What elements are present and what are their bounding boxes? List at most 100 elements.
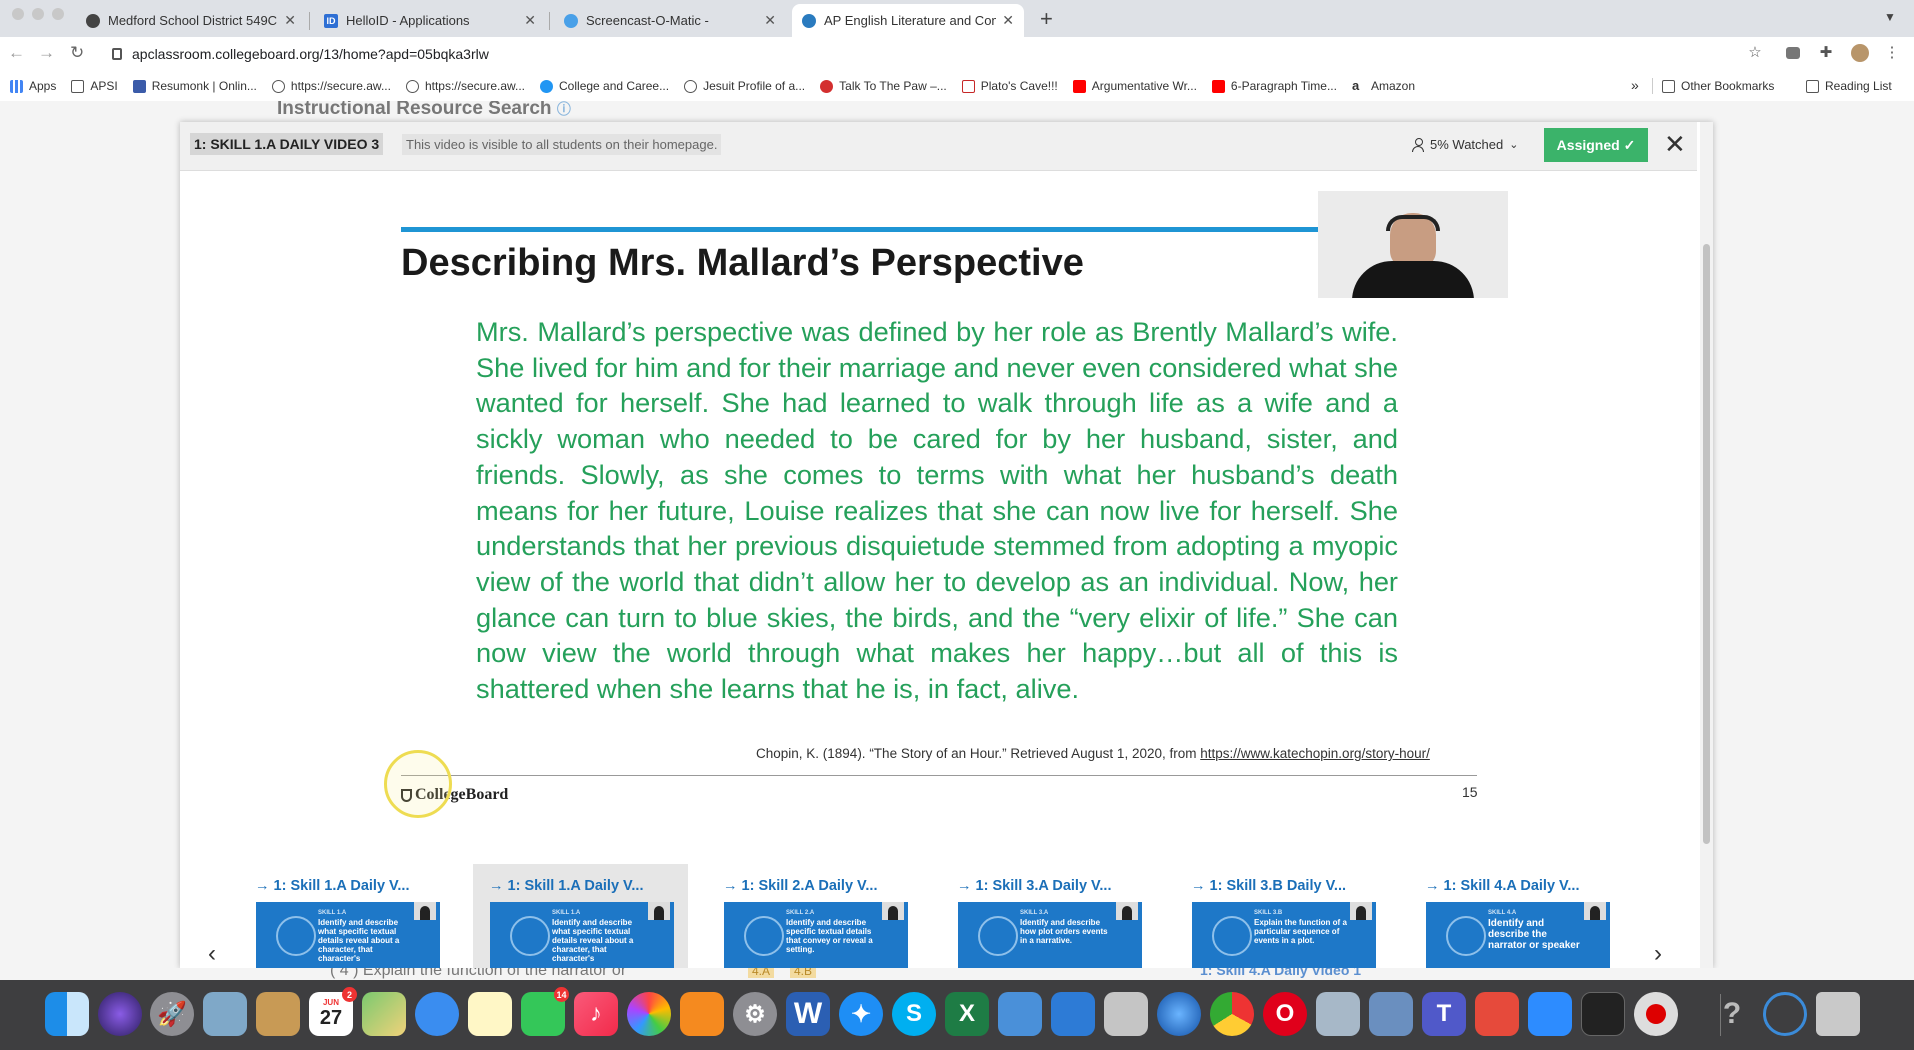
maps-icon[interactable] <box>362 992 406 1036</box>
close-button[interactable]: ✕ <box>1664 131 1686 157</box>
assigned-button[interactable]: Assigned ✓ <box>1544 128 1648 162</box>
bookmark[interactable]: https://secure.aw... <box>405 79 525 93</box>
bookmark-star-icon[interactable]: ☆ <box>1747 45 1763 61</box>
carousel-item[interactable]: → 1: Skill 1.A Daily V... SKILL 1.A Ident… <box>255 878 455 968</box>
reload-icon[interactable]: ↻ <box>70 43 84 63</box>
bookmark[interactable]: a Amazon <box>1352 79 1415 94</box>
calendar-icon[interactable]: JUN 27 2 <box>309 987 357 1036</box>
system-preferences-icon[interactable]: ⚙ <box>733 992 777 1036</box>
preview-2-icon[interactable] <box>1104 992 1148 1036</box>
opera-icon[interactable]: O <box>1263 992 1307 1036</box>
carousel-prev-button[interactable]: ‹ <box>208 940 216 968</box>
carousel-item[interactable]: → 1: Skill 4.A Daily V... SKILL 4.A Ident… <box>1425 878 1625 968</box>
page-heading: Instructional Resource Search ⓘ <box>277 101 571 119</box>
video-thumbnail[interactable]: SKILL 3.A Identify and describe how plot … <box>958 902 1142 968</box>
facetime-icon[interactable]: 14 <box>521 987 569 1036</box>
bookmark[interactable]: Plato's Cave!!! <box>961 79 1058 93</box>
bookmarks-bar: Apps APSI Resumonk | Onlin... https://se… <box>0 71 1914 102</box>
activity-monitor-icon[interactable] <box>1581 992 1625 1036</box>
bookmark-apps[interactable]: Apps <box>10 79 56 93</box>
arrow-right-icon: → <box>957 878 976 894</box>
screencast-icon[interactable] <box>1763 992 1807 1036</box>
record-icon[interactable] <box>1634 992 1678 1036</box>
safari-icon[interactable]: ✦ <box>839 992 883 1036</box>
finder-icon[interactable] <box>45 992 89 1036</box>
siri-icon[interactable] <box>98 992 142 1036</box>
tab-search-icon[interactable]: ▼ <box>1884 10 1896 24</box>
puzzle-icon[interactable]: ✚ <box>1818 45 1834 61</box>
launchpad-icon[interactable]: 🚀 <box>150 992 194 1036</box>
profile-avatar[interactable] <box>1851 44 1869 62</box>
carousel-item[interactable]: → 1: Skill 3.B Daily V... SKILL 3.B Expla… <box>1191 878 1391 968</box>
bookmark[interactable]: Resumonk | Onlin... <box>132 79 257 93</box>
notes-book-icon[interactable] <box>256 992 300 1036</box>
tab-close-icon[interactable]: ✕ <box>524 12 536 29</box>
video-thumbnail[interactable]: SKILL 1.A Identify and describe what spec… <box>256 902 440 968</box>
reading-list[interactable]: Reading List <box>1806 79 1892 93</box>
browser-tab-strip: Medford School District 549C ✕ ID HelloI… <box>0 0 1914 37</box>
carousel-next-button[interactable]: › <box>1654 940 1662 968</box>
new-tab-button[interactable]: + <box>1040 6 1053 32</box>
help-icon[interactable]: ? <box>1710 992 1754 1036</box>
video-thumbnail[interactable]: SKILL 4.A Identify and describe the narra… <box>1426 902 1610 968</box>
address-bar[interactable]: apclassroom.collegeboard.org/13/home?apd… <box>100 40 1800 68</box>
window-close-button[interactable] <box>12 8 24 20</box>
helloid-icon: ID <box>324 13 338 28</box>
google-earth-icon[interactable] <box>1157 992 1201 1036</box>
skype-icon[interactable]: S <box>892 992 936 1036</box>
teams-icon[interactable]: T <box>1422 992 1466 1036</box>
music-icon[interactable]: ♪ <box>574 992 618 1036</box>
menu-dots-icon[interactable]: ⋮ <box>1884 45 1900 61</box>
carousel-item[interactable]: → 1: Skill 2.A Daily V... SKILL 2.A Ident… <box>723 878 923 968</box>
notes-icon[interactable] <box>468 992 512 1036</box>
window-zoom-button[interactable] <box>52 8 64 20</box>
extension-icon[interactable] <box>1786 47 1800 59</box>
carousel-item[interactable]: → 1: Skill 3.A Daily V... SKILL 3.A Ident… <box>957 878 1157 968</box>
family-icon[interactable] <box>998 992 1042 1036</box>
bookmark[interactable]: Jesuit Profile of a... <box>684 79 805 93</box>
watched-dropdown[interactable]: 5% Watched ⌄ <box>1412 137 1518 152</box>
video-thumbnail[interactable]: SKILL 3.B Explain the function of a parti… <box>1192 902 1376 968</box>
messages-icon[interactable] <box>415 992 459 1036</box>
trash-icon[interactable] <box>1816 992 1860 1036</box>
tab-ap-english[interactable]: AP English Literature and Com ✕ <box>792 4 1024 37</box>
utilities-icon[interactable] <box>1316 992 1360 1036</box>
keynote-icon[interactable] <box>1051 992 1095 1036</box>
video-thumbnail[interactable]: SKILL 1.A Identify and describe what spec… <box>490 902 674 968</box>
tab-close-icon[interactable]: ✕ <box>284 12 296 29</box>
citation-link[interactable]: https://www.katechopin.org/story-hour/ <box>1200 746 1430 761</box>
other-bookmarks[interactable]: Other Bookmarks <box>1662 79 1774 93</box>
preview-icon[interactable] <box>203 992 247 1036</box>
back-icon[interactable]: ← <box>8 43 25 63</box>
word-icon[interactable]: W <box>786 992 830 1036</box>
scrollbar-thumb[interactable] <box>1703 244 1710 844</box>
tab-medford[interactable]: Medford School District 549C ✕ <box>76 4 306 37</box>
forward-icon[interactable]: → <box>38 43 55 63</box>
bookmark[interactable]: https://secure.aw... <box>271 79 391 93</box>
mail-app-icon[interactable] <box>1369 992 1413 1036</box>
bookmark[interactable]: 6-Paragraph Time... <box>1211 79 1337 93</box>
tab-helloid[interactable]: ID HelloID - Applications ✕ <box>314 4 546 37</box>
carousel-item-selected[interactable]: → 1: Skill 1.A Daily V... SKILL 1.A Ident… <box>489 878 689 968</box>
excel-icon[interactable]: X <box>945 992 989 1036</box>
arrow-right-icon: → <box>489 878 508 894</box>
window-minimize-button[interactable] <box>32 8 44 20</box>
bookmarks-overflow-icon[interactable]: » <box>1631 77 1639 93</box>
books-icon[interactable] <box>680 992 724 1036</box>
tab-screencast[interactable]: Screencast-O-Matic - ✕ <box>554 4 786 37</box>
info-icon[interactable]: ⓘ <box>557 101 571 117</box>
zoom-icon[interactable] <box>1528 992 1572 1036</box>
tab-title: Screencast-O-Matic - <box>586 13 709 28</box>
bookmark[interactable]: College and Caree... <box>540 79 669 93</box>
bookmark-folder[interactable]: APSI <box>71 79 118 93</box>
bookmark[interactable]: Argumentative Wr... <box>1072 79 1197 93</box>
remote-desktop-icon[interactable] <box>1475 992 1519 1036</box>
bookmark[interactable]: Talk To The Paw –... <box>820 79 947 93</box>
tab-close-icon[interactable]: ✕ <box>1002 12 1014 29</box>
modal-scrollbar[interactable] <box>1700 122 1713 968</box>
tab-close-icon[interactable]: ✕ <box>764 12 776 29</box>
photos-icon[interactable] <box>627 992 671 1036</box>
presenter-thumb <box>648 902 670 920</box>
video-thumbnail[interactable]: SKILL 2.A Identify and describe specific … <box>724 902 908 968</box>
chrome-icon[interactable] <box>1210 992 1254 1036</box>
